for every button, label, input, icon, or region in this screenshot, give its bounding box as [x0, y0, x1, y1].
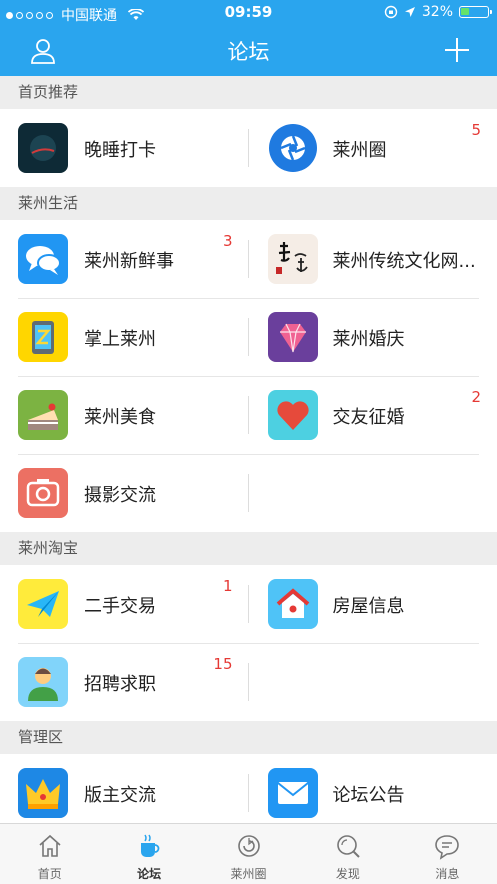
forum-row: 莱州新鲜事 3 莱州传统文化网...	[0, 220, 497, 298]
board-name: 晚睡打卡	[84, 136, 156, 162]
forum-list: 首页推荐晚睡打卡 莱州圈 5 莱州生活莱州新鲜事 3 莱州传统文化网... 掌上莱州 莱州婚庆…	[0, 76, 497, 823]
forum-board-item[interactable]: 莱州新鲜事 3	[0, 220, 249, 298]
discover-icon	[334, 832, 362, 860]
circle-icon	[235, 832, 263, 860]
calligraphy-icon	[268, 234, 318, 284]
board-name: 莱州圈	[333, 136, 387, 162]
empty-cell	[249, 454, 497, 532]
section-grid: 二手交易 1 房屋信息招聘求职 15	[0, 565, 497, 721]
orientation-lock-icon	[384, 5, 398, 19]
board-name: 莱州美食	[84, 403, 156, 429]
diamond-icon	[268, 312, 318, 362]
tab-label: 论坛	[99, 865, 198, 882]
board-name: 交友征婚	[333, 403, 405, 429]
empty-cell	[249, 643, 497, 721]
house-icon	[268, 579, 318, 629]
battery-percent: 32%	[422, 4, 453, 20]
unread-count-badge: 2	[471, 388, 481, 406]
section-grid: 晚睡打卡 莱州圈 5	[0, 109, 497, 187]
cup-icon	[135, 832, 163, 860]
forum-board-item[interactable]: 二手交易 1	[0, 565, 249, 643]
forum-board-item[interactable]: 晚睡打卡	[0, 109, 249, 187]
forum-board-item[interactable]: 摄影交流	[0, 454, 249, 532]
unread-count-badge: 3	[223, 232, 233, 250]
paper-plane-icon	[18, 579, 68, 629]
status-bar: 中国联通 09:59 32%	[0, 0, 497, 24]
section-grid: 版主交流 论坛公告	[0, 754, 497, 823]
cake-icon	[18, 390, 68, 440]
tab-circle[interactable]: 莱州圈	[199, 824, 298, 884]
tab-label: 首页	[0, 865, 99, 882]
forum-row: 晚睡打卡 莱州圈 5	[0, 109, 497, 187]
forum-board-item[interactable]: 莱州美食	[0, 376, 249, 454]
board-name: 掌上莱州	[84, 325, 156, 351]
board-name: 招聘求职	[84, 670, 156, 696]
crown-icon	[18, 768, 68, 818]
forum-row: 莱州美食 交友征婚 2	[0, 376, 497, 454]
camera-shutter-icon	[268, 123, 318, 173]
tab-message[interactable]: 消息	[398, 824, 497, 884]
board-name: 莱州新鲜事	[84, 247, 174, 273]
board-name: 版主交流	[84, 781, 156, 807]
section-header: 首页推荐	[0, 76, 497, 109]
tab-home[interactable]: 首页	[0, 824, 99, 884]
board-name: 摄影交流	[84, 481, 156, 507]
heart-icon	[268, 390, 318, 440]
board-name: 论坛公告	[333, 781, 405, 807]
unread-count-badge: 1	[223, 577, 233, 595]
forum-board-item[interactable]: 莱州婚庆	[249, 298, 497, 376]
chat-bubbles-icon	[18, 234, 68, 284]
camera-icon	[18, 468, 68, 518]
tab-label: 消息	[398, 865, 497, 882]
home-icon	[36, 832, 64, 860]
message-icon	[433, 832, 461, 860]
moon-photo-icon	[18, 123, 68, 173]
forum-board-item[interactable]: 掌上莱州	[0, 298, 249, 376]
board-name: 莱州婚庆	[333, 325, 405, 351]
battery-icon	[459, 6, 489, 18]
forum-row: 摄影交流	[0, 454, 497, 532]
tab-cup[interactable]: 论坛	[99, 824, 198, 884]
forum-row: 二手交易 1 房屋信息	[0, 565, 497, 643]
nav-bar: 论坛	[0, 24, 497, 76]
forum-row: 版主交流 论坛公告	[0, 754, 497, 823]
section-header: 莱州生活	[0, 187, 497, 220]
forum-row: 掌上莱州 莱州婚庆	[0, 298, 497, 376]
tab-label: 发现	[298, 865, 397, 882]
envelope-icon	[268, 768, 318, 818]
forum-board-item[interactable]: 版主交流	[0, 754, 249, 823]
tab-bar: 首页论坛莱州圈发现消息	[0, 823, 497, 884]
forum-board-item[interactable]: 莱州传统文化网...	[249, 220, 497, 298]
section-grid: 莱州新鲜事 3 莱州传统文化网... 掌上莱州 莱州婚庆莱州美食 交友征婚 2 摄影交流	[0, 220, 497, 532]
page-title: 论坛	[0, 36, 497, 66]
forum-board-item[interactable]: 招聘求职 15	[0, 643, 249, 721]
section-header: 管理区	[0, 721, 497, 754]
unread-count-badge: 15	[213, 655, 232, 673]
forum-board-item[interactable]: 交友征婚 2	[249, 376, 497, 454]
location-arrow-icon	[404, 6, 416, 18]
tab-label: 莱州圈	[199, 865, 298, 882]
tab-discover[interactable]: 发现	[298, 824, 397, 884]
forum-board-item[interactable]: 论坛公告	[249, 754, 497, 823]
forum-board-item[interactable]: 莱州圈 5	[249, 109, 497, 187]
forum-board-item[interactable]: 房屋信息	[249, 565, 497, 643]
phone-icon	[18, 312, 68, 362]
board-name: 莱州传统文化网...	[333, 247, 476, 273]
section-header: 莱州淘宝	[0, 532, 497, 565]
plus-icon[interactable]	[443, 36, 471, 64]
board-name: 二手交易	[84, 592, 156, 618]
forum-row: 招聘求职 15	[0, 643, 497, 721]
board-name: 房屋信息	[333, 592, 405, 618]
unread-count-badge: 5	[471, 121, 481, 139]
person-icon	[18, 657, 68, 707]
